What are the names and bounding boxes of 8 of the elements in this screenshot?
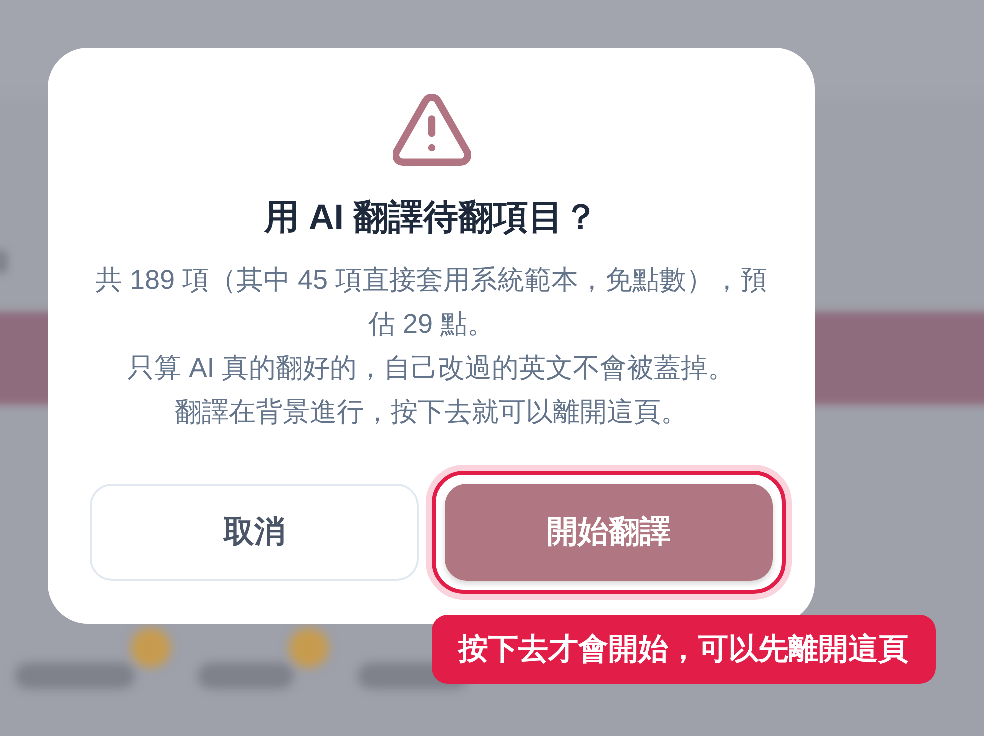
dialog-message: 只算 AI 真的翻好的，自己改過的英文不會被蓋掉。 (128, 352, 736, 385)
dialog-title: 用 AI 翻譯待翻項目？ (264, 198, 599, 238)
coach-tooltip: 按下去才會開始，可以先離開這頁 (432, 615, 936, 684)
dialog-message: 翻譯在背景進行，按下去就可以離開這頁。 (175, 396, 688, 429)
dialog-message: 共 189 項（其中 45 項直接套用系統範本，免點數），預估 29 點。 (94, 264, 769, 341)
warning-icon (392, 94, 470, 166)
start-translation-button[interactable]: 開始翻譯 (444, 484, 773, 581)
cancel-button[interactable]: 取消 (90, 484, 418, 581)
